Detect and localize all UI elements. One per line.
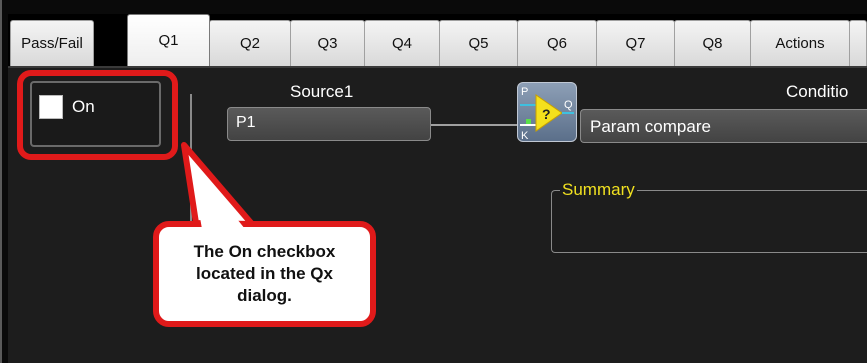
condition-label: Conditio bbox=[786, 82, 849, 101]
tab-q2[interactable]: Q2 bbox=[209, 20, 291, 66]
divider bbox=[190, 94, 192, 224]
tab-q5[interactable]: Q5 bbox=[439, 20, 518, 66]
source1-field[interactable]: P1 bbox=[227, 107, 431, 141]
tab-q3[interactable]: Q3 bbox=[290, 20, 365, 66]
tab-q8[interactable]: Q8 bbox=[674, 20, 751, 66]
callout-annotation: The On checkbox located in the Qx dialog… bbox=[153, 221, 376, 327]
tab-q7[interactable]: Q7 bbox=[596, 20, 675, 66]
block-symbol: ? bbox=[542, 106, 551, 122]
summary-label: Summary bbox=[560, 180, 637, 200]
source1-label: Source1 bbox=[290, 82, 354, 101]
block-output-q-label: Q bbox=[564, 99, 573, 111]
tab-bar: Pass/Fail Q1 Q2 Q3 Q4 Q5 Q6 Q7 Q8 Action… bbox=[8, 14, 867, 66]
tab-pass-fail[interactable]: Pass/Fail bbox=[10, 20, 94, 66]
tab-overflow[interactable] bbox=[849, 20, 867, 66]
block-input-p-label: P bbox=[521, 86, 528, 98]
condition-field[interactable]: Param compare bbox=[580, 109, 867, 143]
block-input-k-label: K bbox=[521, 130, 529, 141]
highlight-annotation bbox=[17, 70, 178, 160]
callout-text: The On checkbox located in the Qx dialog… bbox=[193, 242, 336, 305]
param-compare-block-icon[interactable]: P K Q ? bbox=[517, 82, 577, 142]
tab-q6[interactable]: Q6 bbox=[517, 20, 597, 66]
connector-line bbox=[431, 124, 519, 126]
tab-q4[interactable]: Q4 bbox=[364, 20, 440, 66]
tab-actions[interactable]: Actions bbox=[750, 20, 850, 66]
tab-q1[interactable]: Q1 bbox=[127, 14, 210, 66]
